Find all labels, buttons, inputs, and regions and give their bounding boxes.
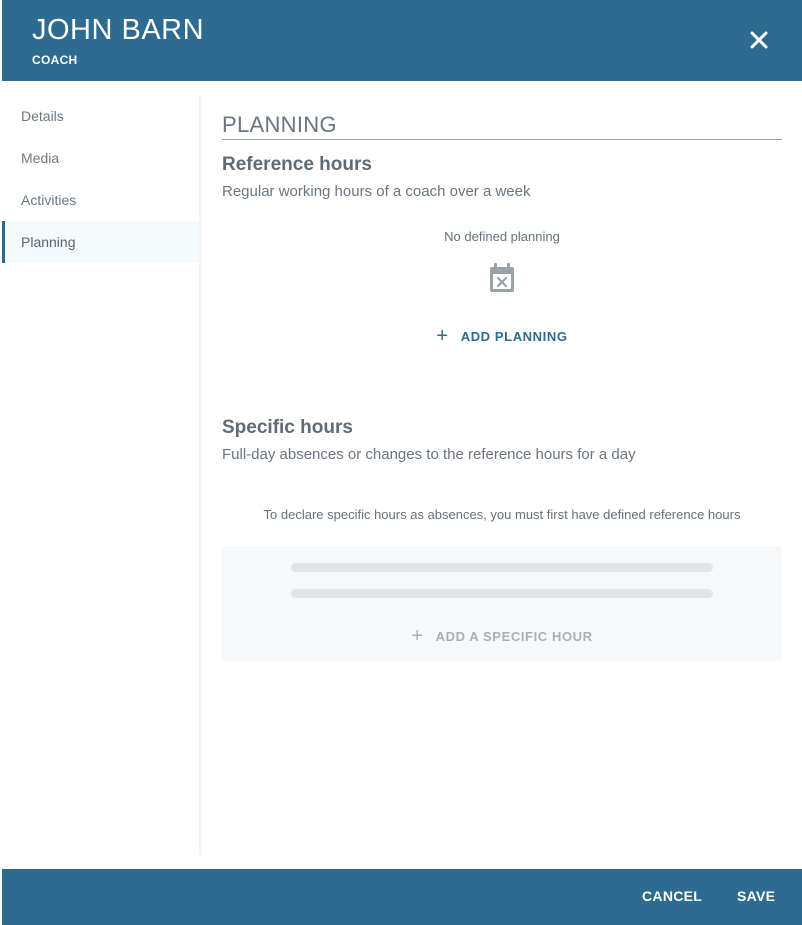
sidebar-item-label: Media <box>21 150 60 166</box>
specific-hours-notice: To declare specific hours as absences, y… <box>263 507 741 522</box>
placeholder-bar <box>291 589 713 598</box>
coach-dialog: JOHN BARN COACH Details Media Activities… <box>2 0 802 925</box>
add-specific-hour-label: ADD A SPECIFIC HOUR <box>435 628 593 644</box>
dialog-header: JOHN BARN COACH <box>2 0 802 81</box>
placeholder-bar <box>291 563 713 572</box>
cancel-button[interactable]: CANCEL <box>642 888 702 904</box>
specific-hours-description: Full-day absences or changes to the refe… <box>222 446 636 463</box>
dialog-footer: CANCEL SAVE <box>2 869 802 925</box>
sidebar-item-label: Activities <box>21 192 77 208</box>
coach-name: JOHN BARN <box>32 14 205 46</box>
add-specific-hour-button[interactable]: + ADD A SPECIFIC HOUR <box>411 626 592 646</box>
specific-hours-placeholder: + ADD A SPECIFIC HOUR <box>222 546 782 661</box>
plus-icon: + <box>436 325 449 347</box>
calendar-remove-icon <box>490 263 514 292</box>
specific-hours-title: Specific hours <box>222 417 353 438</box>
close-icon[interactable] <box>748 29 770 51</box>
sidebar-item-label: Planning <box>21 234 76 250</box>
plus-icon: + <box>411 625 424 647</box>
sidebar: Details Media Activities Planning <box>2 95 202 855</box>
sidebar-item-planning[interactable]: Planning <box>2 221 199 263</box>
section-title: PLANNING <box>222 95 782 140</box>
specific-hours-notice-wrap: To declare specific hours as absences, y… <box>222 507 782 522</box>
reference-hours-description: Regular working hours of a coach over a … <box>222 183 531 200</box>
save-button[interactable]: SAVE <box>737 888 775 904</box>
add-planning-label: ADD PLANNING <box>460 328 568 344</box>
planning-panel: PLANNING Reference hours Regular working… <box>222 95 782 661</box>
reference-hours-title: Reference hours <box>222 154 372 175</box>
sidebar-item-details[interactable]: Details <box>2 95 199 137</box>
sidebar-item-media[interactable]: Media <box>2 137 199 179</box>
coach-role: COACH <box>32 53 78 67</box>
add-planning-button[interactable]: + ADD PLANNING <box>436 326 567 346</box>
sidebar-item-activities[interactable]: Activities <box>2 179 199 221</box>
empty-planning-state: No defined planning + ADD PLANNING <box>222 229 782 347</box>
empty-planning-text: No defined planning <box>444 229 560 244</box>
sidebar-item-label: Details <box>21 108 64 124</box>
